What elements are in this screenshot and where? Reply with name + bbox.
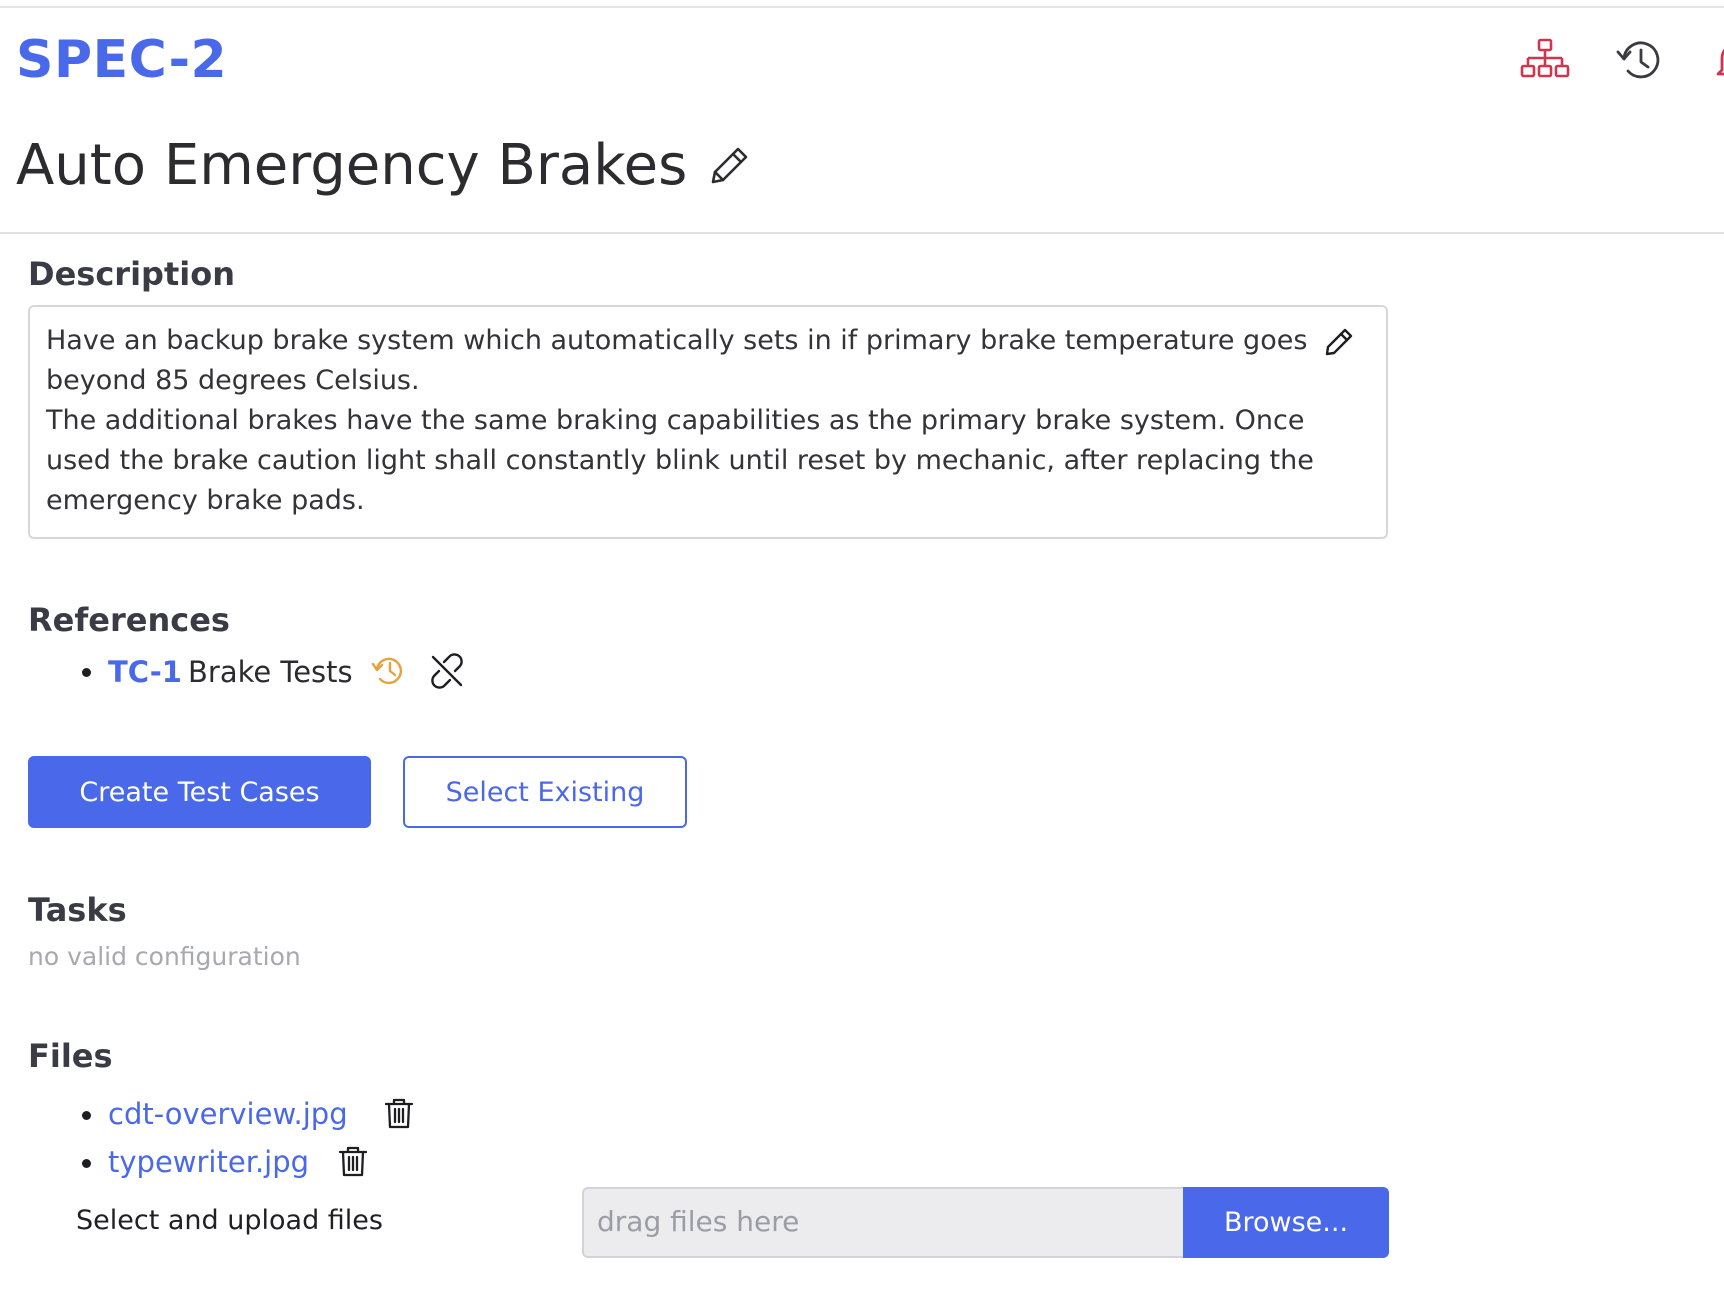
title-row: Auto Emergency Brakes [16, 126, 753, 206]
history-icon[interactable] [370, 652, 408, 690]
create-test-cases-button[interactable]: Create Test Cases [28, 756, 371, 828]
hierarchy-icon[interactable] [1520, 36, 1570, 86]
reference-item: TC-1 Brake Tests [80, 650, 500, 694]
file-item: typewriter.jpg [80, 1141, 480, 1185]
reference-name: Brake Tests [188, 655, 353, 689]
files-label: Files [28, 1037, 113, 1075]
trash-icon[interactable] [336, 1144, 370, 1178]
title-divider [0, 232, 1724, 234]
bell-icon[interactable] [1710, 36, 1724, 86]
description-text: Have an backup brake system which automa… [46, 325, 1314, 516]
top-divider [0, 6, 1724, 8]
description-box[interactable]: Have an backup brake system which automa… [28, 305, 1388, 539]
spec-id: SPEC-2 [16, 30, 228, 90]
references-label: References [28, 601, 230, 639]
trash-icon[interactable] [382, 1096, 416, 1130]
list-bullet [82, 1159, 91, 1168]
history-icon[interactable] [1615, 36, 1665, 86]
list-bullet [82, 668, 91, 677]
file-drop-zone[interactable]: drag files here [582, 1187, 1185, 1258]
tasks-label: Tasks [28, 891, 127, 929]
file-link[interactable]: typewriter.jpg [108, 1141, 309, 1183]
select-existing-button[interactable]: Select Existing [403, 756, 687, 828]
upload-label: Select and upload files [76, 1205, 383, 1236]
list-bullet [82, 1111, 91, 1120]
tasks-empty-text: no valid configuration [28, 942, 301, 971]
file-item: cdt-overview.jpg [80, 1093, 480, 1137]
pencil-icon[interactable] [1322, 325, 1356, 359]
file-link[interactable]: cdt-overview.jpg [108, 1093, 348, 1135]
pencil-icon[interactable] [705, 142, 753, 190]
unlink-icon[interactable] [428, 652, 466, 690]
browse-button[interactable]: Browse... [1183, 1187, 1389, 1258]
reference-id-link[interactable]: TC-1 [108, 652, 182, 692]
page-title: Auto Emergency Brakes [16, 133, 688, 198]
description-label: Description [28, 255, 235, 293]
